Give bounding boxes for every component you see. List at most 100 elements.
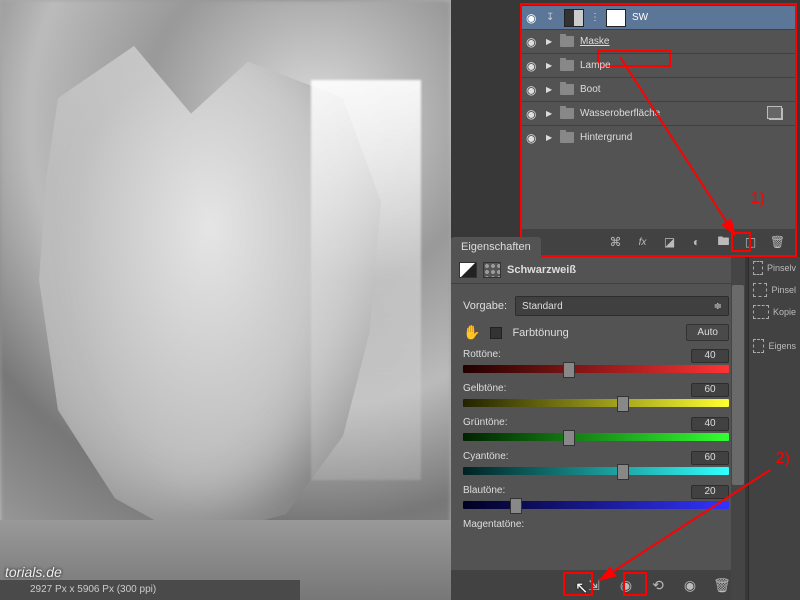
bw-adjustment-icon xyxy=(459,262,477,278)
disclosure-icon[interactable]: ▶ xyxy=(546,61,554,70)
layer-name: Boot xyxy=(580,84,601,95)
properties-header: Schwarzweiß xyxy=(451,257,741,284)
properties-footer: ⇲ ◉ ⟲ ◉ 🗑 xyxy=(451,570,741,600)
link-layers-icon[interactable]: ⌘ xyxy=(608,235,623,250)
properties-icon xyxy=(753,339,764,353)
folder-icon xyxy=(560,60,574,71)
slider-track[interactable] xyxy=(463,501,729,509)
reset-icon[interactable]: ⟲ xyxy=(649,576,667,594)
delete-adjustment-icon[interactable]: 🗑 xyxy=(713,576,731,594)
slider-track[interactable] xyxy=(463,365,729,373)
clone-icon xyxy=(753,305,769,319)
properties-panel: Schwarzweiß Vorgabe: Standard ≑ ✋ Farbtö… xyxy=(451,257,741,600)
layer-extra-icon: ↧ xyxy=(546,12,558,23)
preset-label: Vorgabe: xyxy=(463,300,507,312)
slider-green: Grüntöne: 40 xyxy=(463,417,729,441)
layer-row-wasser[interactable]: ◉ ▶ Wasseroberfläche xyxy=(522,101,795,125)
layer-row-sw[interactable]: ◉ ↧ ⋮ SW xyxy=(522,5,795,29)
new-layer-icon[interactable]: ◫ xyxy=(743,235,758,250)
visibility-icon[interactable]: ◉ xyxy=(526,131,540,145)
layer-fx-icon[interactable]: fx xyxy=(635,235,650,250)
toggle-visibility-icon[interactable]: ◉ xyxy=(681,576,699,594)
linked-layers-icon[interactable] xyxy=(769,108,783,120)
annotation-label: 1) xyxy=(751,190,765,208)
slider-cyan: Cyantöne: 60 xyxy=(463,451,729,475)
adjustment-layer-icon[interactable]: ◐ xyxy=(689,235,704,250)
link-icon: ⋮ xyxy=(590,12,600,23)
visibility-icon[interactable]: ◉ xyxy=(526,83,540,97)
adjustment-thumb[interactable] xyxy=(564,9,584,27)
mask-thumb[interactable] xyxy=(606,9,626,27)
slider-value-input[interactable]: 60 xyxy=(691,451,729,465)
properties-tab[interactable]: Eigenschaften xyxy=(451,237,541,257)
folder-icon xyxy=(560,84,574,95)
add-mask-icon[interactable]: ◪ xyxy=(662,235,677,250)
disclosure-icon[interactable]: ▶ xyxy=(546,37,554,46)
slider-label: Blautöne: xyxy=(463,485,505,499)
layer-name: Wasseroberfläche xyxy=(580,108,660,119)
tint-checkbox[interactable] xyxy=(490,327,502,339)
layer-row-maske[interactable]: ◉ ▶ Maske xyxy=(522,29,795,53)
brush-presets-icon xyxy=(753,261,763,275)
folder-icon xyxy=(560,132,574,143)
view-previous-icon[interactable]: ◉ xyxy=(617,576,635,594)
layer-name: Lampe xyxy=(580,60,611,71)
layer-name: Maske xyxy=(580,36,609,47)
clone-source-tab[interactable]: Kopie xyxy=(749,301,800,323)
chevron-down-icon: ≑ xyxy=(714,301,722,312)
layers-panel: ◉ ↧ ⋮ SW ◉ ▶ Maske ◉ ▶ Lampe ◉ ▶ Boot ◉ … xyxy=(520,3,797,257)
auto-button[interactable]: Auto xyxy=(686,324,729,341)
targeted-adjust-icon[interactable]: ✋ xyxy=(463,324,480,341)
folder-icon xyxy=(560,36,574,47)
properties-scrollbar[interactable] xyxy=(731,257,745,600)
slider-value-input[interactable]: 20 xyxy=(691,485,729,499)
preset-value: Standard xyxy=(522,301,563,312)
disclosure-icon[interactable]: ▶ xyxy=(546,109,554,118)
preset-dropdown[interactable]: Standard ≑ xyxy=(515,296,729,316)
slider-track[interactable] xyxy=(463,399,729,407)
scrollbar-thumb[interactable] xyxy=(732,285,744,485)
layer-row-hintergrund[interactable]: ◉ ▶ Hintergrund xyxy=(522,125,795,149)
slider-blue: Blautöne: 20 xyxy=(463,485,729,509)
delete-layer-icon[interactable]: 🗑 xyxy=(770,235,785,250)
layer-name: SW xyxy=(632,12,648,23)
slider-value-input[interactable]: 40 xyxy=(691,417,729,431)
mask-indicator-icon xyxy=(483,262,501,278)
adjustment-title: Schwarzweiß xyxy=(507,264,576,276)
slider-track[interactable] xyxy=(463,433,729,441)
document-canvas[interactable]: torials.de 2927 Px x 5906 Px (300 ppi) xyxy=(0,0,451,600)
collapsed-panels: Pinselv Pinsel Kopie Eigens xyxy=(748,257,800,600)
layer-row-boot[interactable]: ◉ ▶ Boot xyxy=(522,77,795,101)
new-group-icon[interactable]: 🖿 xyxy=(716,235,731,250)
visibility-icon[interactable]: ◉ xyxy=(526,59,540,73)
clip-to-layer-icon[interactable]: ⇲ xyxy=(585,576,603,594)
slider-value-input[interactable]: 60 xyxy=(691,383,729,397)
layer-row-lampe[interactable]: ◉ ▶ Lampe xyxy=(522,53,795,77)
status-bar: 2927 Px x 5906 Px (300 ppi) xyxy=(0,580,300,600)
slider-red: Rottöne: 40 xyxy=(463,349,729,373)
brush-presets-tab[interactable]: Pinselv xyxy=(749,257,800,279)
annotation-label: 2) xyxy=(776,450,790,468)
slider-label: Grüntöne: xyxy=(463,417,507,431)
slider-label: Cyantöne: xyxy=(463,451,509,465)
layers-footer: ⌘ fx ◪ ◐ 🖿 ◫ 🗑 xyxy=(522,229,795,255)
slider-value-input[interactable]: 40 xyxy=(691,349,729,363)
visibility-icon[interactable]: ◉ xyxy=(526,35,540,49)
disclosure-icon[interactable]: ▶ xyxy=(546,133,554,142)
visibility-icon[interactable]: ◉ xyxy=(526,11,540,25)
tint-row: ✋ Farbtönung Auto xyxy=(463,324,729,341)
visibility-icon[interactable]: ◉ xyxy=(526,107,540,121)
slider-yellow: Gelbtöne: 60 xyxy=(463,383,729,407)
disclosure-icon[interactable]: ▶ xyxy=(546,85,554,94)
preset-row: Vorgabe: Standard ≑ xyxy=(463,296,729,316)
properties-tab-collapsed[interactable]: Eigens xyxy=(749,335,800,357)
slider-label: Rottöne: xyxy=(463,349,501,363)
brush-icon xyxy=(753,283,767,297)
slider-label: Magentatöne: xyxy=(463,519,524,530)
brush-tab[interactable]: Pinsel xyxy=(749,279,800,301)
folder-icon xyxy=(560,108,574,119)
slider-label: Gelbtöne: xyxy=(463,383,506,397)
layer-name: Hintergrund xyxy=(580,132,632,143)
watermark: torials.de xyxy=(5,564,62,580)
slider-track[interactable] xyxy=(463,467,729,475)
